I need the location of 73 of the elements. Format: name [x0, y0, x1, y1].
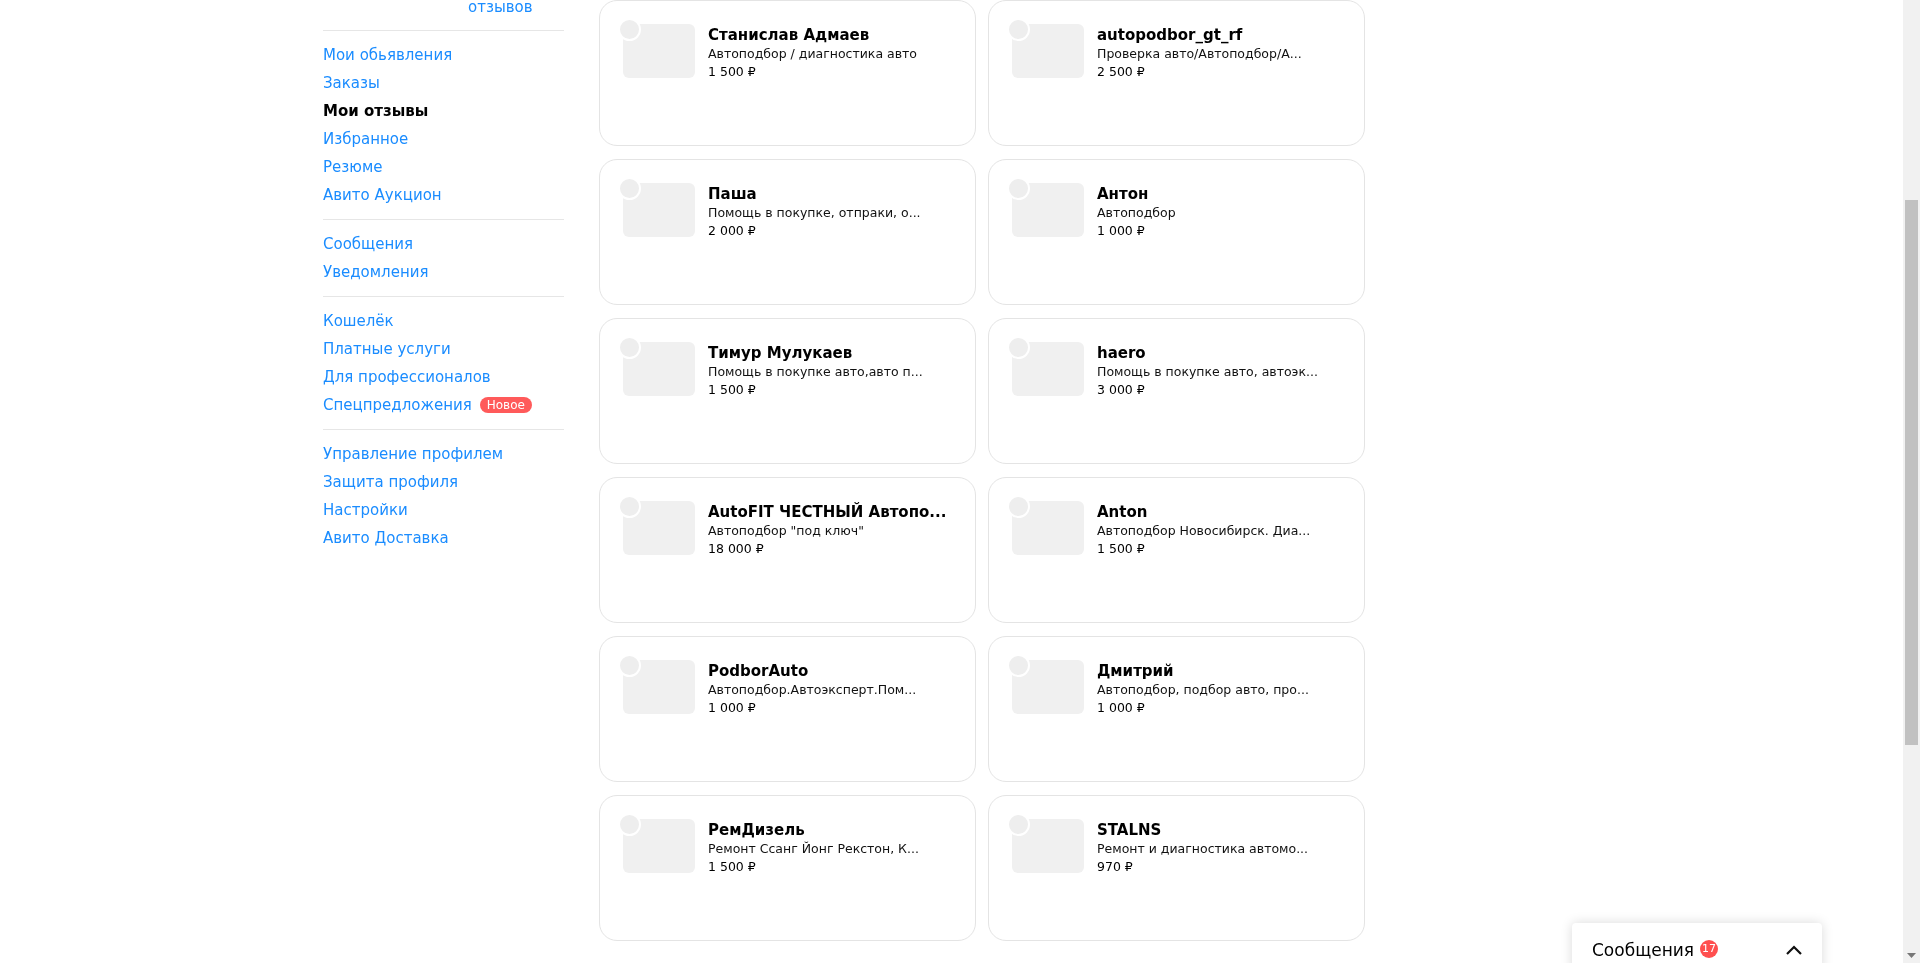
sidebar-item[interactable]: Авито Доставка [323, 529, 449, 547]
service-price: 18 000 ₽ [708, 540, 764, 558]
service-card[interactable]: PodborAuto Автоподбор.Автоэксперт.Пом... 1 000 ₽ [599, 636, 976, 782]
sidebar-item[interactable]: Спецпредложения [323, 396, 472, 414]
service-description: Помощь в покупке, отпраки, о... [708, 204, 921, 222]
seller-name: Anton [1097, 503, 1148, 522]
service-price: 2 500 ₽ [1097, 63, 1145, 81]
chevron-icon[interactable] [1786, 945, 1802, 955]
new-badge: Новое [479, 397, 532, 413]
seller-name: Дмитрий [1097, 662, 1174, 681]
unread-count-badge: 17 [1700, 940, 1719, 958]
scroll-down-icon[interactable] [1907, 953, 1916, 958]
service-price: 970 ₽ [1097, 858, 1133, 876]
service-price: 1 500 ₽ [1097, 540, 1145, 558]
sidebar-item[interactable]: Уведомления [323, 263, 429, 281]
seller-name: haero [1097, 344, 1146, 363]
service-card[interactable]: autopodbor_gt_rf Проверка авто/Автоподбор/А... 2 500 ₽ [988, 0, 1365, 146]
sidebar-item[interactable]: Платные услуги [323, 340, 451, 358]
service-price: 2 000 ₽ [708, 222, 756, 240]
service-description: Автоподбор / диагностика авто [708, 45, 917, 63]
service-card[interactable]: Станислав Адмаев Автоподбор / диагностика авто 1 500 ₽ [599, 0, 976, 146]
seller-name: autopodbor_gt_rf [1097, 26, 1243, 45]
seller-name: Станислав Адмаев [708, 26, 870, 45]
service-card[interactable]: Дмитрий Автоподбор, подбор авто, про... 1 000 ₽ [988, 636, 1365, 782]
service-price: 1 500 ₽ [708, 381, 756, 399]
service-card[interactable]: AutoFIT ЧЕСТНЫЙ Автопо... Автоподбор "под ключ" 18 000 ₽ [599, 477, 976, 623]
sidebar-item[interactable]: Избранное [323, 130, 409, 148]
service-card[interactable]: Паша Помощь в покупке, отпраки, о... 2 000 ₽ [599, 159, 976, 305]
seller-name: PodborAuto [708, 662, 809, 681]
messages-title: Сообщения [1592, 940, 1695, 960]
sidebar-item[interactable]: Авито Аукцион [323, 186, 442, 204]
service-price: 1 000 ₽ [708, 699, 756, 717]
service-price: 1 000 ₽ [1097, 222, 1145, 240]
sidebar-item[interactable]: Управление профилем [323, 445, 504, 463]
service-description: Автоподбор.Автоэксперт.Пом... [708, 681, 917, 699]
service-description: Автоподбор "под ключ" [708, 522, 864, 540]
service-description: Ремонт Ссанг Йонг Рекстон, К... [708, 840, 919, 858]
service-card[interactable]: STALNS Ремонт и диагностика автомо... 970 ₽ [988, 795, 1365, 941]
service-description: Проверка авто/Автоподбор/А... [1097, 45, 1302, 63]
service-card[interactable]: РемДизель Ремонт Ссанг Йонг Рекстон, К... 1 500 ₽ [599, 795, 976, 941]
sidebar-item[interactable]: Кошелёк [323, 312, 394, 330]
sidebar-item[interactable]: Настройки [323, 501, 408, 519]
service-description: Помощь в покупке авто,авто п... [708, 363, 923, 381]
service-description: Автоподбор, подбор авто, про... [1097, 681, 1309, 699]
seller-name: Тимур Мулукаев [708, 344, 853, 363]
service-card[interactable]: Anton Автоподбор Новосибирск. Диа... 1 500 ₽ [988, 477, 1365, 623]
sidebar-item[interactable]: Сообщения [323, 235, 413, 253]
service-price: 1 500 ₽ [708, 858, 756, 876]
service-card[interactable]: Тимур Мулукаев Помощь в покупке авто,авто п... 1 500 ₽ [599, 318, 976, 464]
service-description: Ремонт и диагностика автомо... [1097, 840, 1309, 858]
scrollbar-thumb[interactable] [1905, 200, 1918, 745]
sidebar-item[interactable]: Мои обьявления [323, 46, 453, 64]
service-price: 1 500 ₽ [708, 63, 756, 81]
sidebar-item[interactable]: Заказы [323, 74, 380, 92]
sidebar-item[interactable]: Мои отзывы [323, 102, 429, 120]
seller-name: Антон [1097, 185, 1149, 204]
seller-name: STALNS [1097, 821, 1162, 840]
service-price: 3 000 ₽ [1097, 381, 1145, 399]
service-description: Автоподбор [1097, 204, 1176, 222]
seller-name: AutoFIT ЧЕСТНЫЙ Автопо... [708, 503, 947, 522]
sidebar-item[interactable]: Для профессионалов [323, 368, 491, 386]
service-description: Автоподбор Новосибирск. Диа... [1097, 522, 1311, 540]
scrollbar[interactable] [1903, 0, 1920, 963]
reviews-link[interactable]: отзывов [468, 0, 533, 30]
sidebar-item[interactable]: Резюме [323, 158, 383, 176]
sidebar-item[interactable]: Защита профиля [323, 473, 459, 491]
service-description: Помощь в покупке авто, автоэк... [1097, 363, 1318, 381]
service-card[interactable]: Антон Автоподбор 1 000 ₽ [988, 159, 1365, 305]
seller-name: Паша [708, 185, 757, 204]
messages-widget[interactable]: Сообщения 17 [1572, 923, 1822, 963]
seller-name: РемДизель [708, 821, 805, 840]
service-price: 1 000 ₽ [1097, 699, 1145, 717]
service-card[interactable]: haero Помощь в покупке авто, автоэк... 3 000 ₽ [988, 318, 1365, 464]
